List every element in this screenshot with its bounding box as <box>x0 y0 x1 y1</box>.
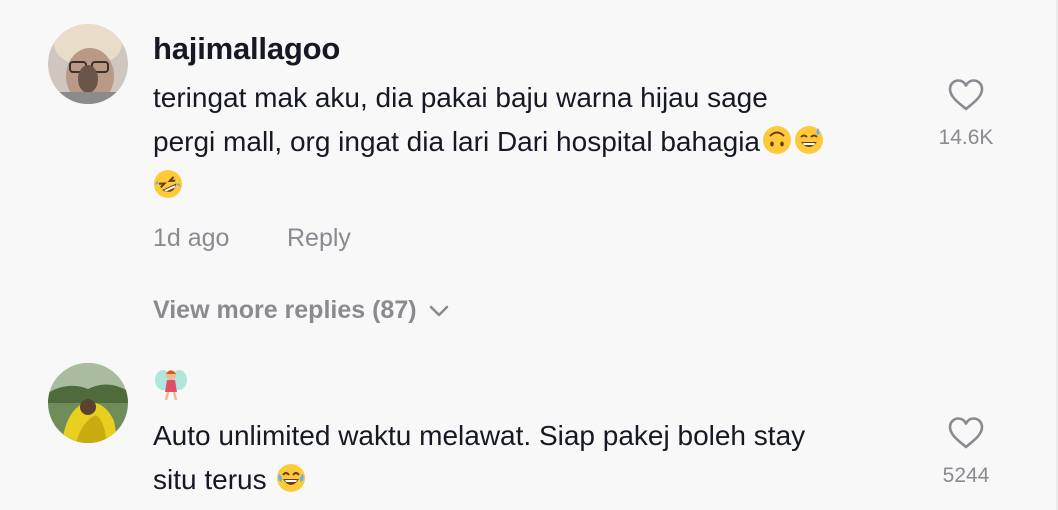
comment-line-with-emoji: situ terus <box>153 458 913 502</box>
comment-text: teringat mak aku, dia pakai baju warna h… <box>153 76 913 208</box>
chevron-down-icon <box>429 305 448 316</box>
comment-text: Auto unlimited waktu melawat. Siap pakej… <box>153 414 913 502</box>
reply-button[interactable]: Reply <box>287 224 351 253</box>
comment-line-with-emoji: pergi mall, org ingat dia lari Dari hosp… <box>153 120 913 164</box>
fairy-icon <box>155 370 187 401</box>
upside-down-face-icon <box>763 126 792 154</box>
comment-emoji-line <box>153 164 913 208</box>
like-button[interactable]: 14.6K <box>926 78 1006 150</box>
like-count: 14.6K <box>938 126 994 149</box>
avatar[interactable] <box>48 363 128 443</box>
comment-line: situ terus <box>153 464 267 495</box>
user-photo-icon <box>48 24 128 104</box>
view-more-replies-label: View more replies (87) <box>153 296 417 324</box>
comment-time: 1d ago <box>153 224 230 252</box>
view-more-replies-button[interactable]: View more replies (87) <box>153 296 449 325</box>
tears-of-joy-face-icon <box>277 464 306 492</box>
comment-line: pergi mall, org ingat dia lari Dari hosp… <box>153 126 761 157</box>
comment-username[interactable] <box>153 366 189 410</box>
like-button[interactable]: 5244 <box>926 416 1006 488</box>
heart-icon <box>948 79 984 111</box>
heart-icon <box>948 417 984 449</box>
avatar[interactable] <box>48 24 128 104</box>
comment-line: Auto unlimited waktu melawat. Siap pakej… <box>153 420 806 451</box>
grinning-sweat-face-icon <box>795 126 824 154</box>
user-photo-icon <box>48 363 128 443</box>
comment-username[interactable]: hajimallagoo <box>153 31 340 67</box>
rolling-laughing-face-icon <box>154 170 182 198</box>
comment-line: teringat mak aku, dia pakai baju warna h… <box>153 82 768 113</box>
comments-panel: hajimallagoo teringat mak aku, dia pakai… <box>0 0 1058 510</box>
like-count: 5244 <box>942 464 990 487</box>
